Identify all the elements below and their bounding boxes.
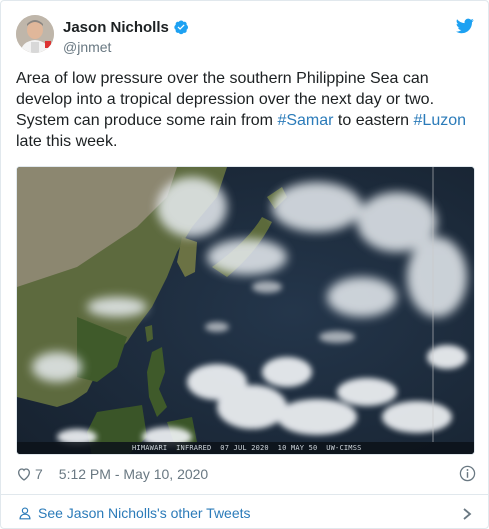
- heart-icon[interactable]: [16, 466, 32, 482]
- author-handle[interactable]: @jnmet: [63, 39, 189, 55]
- twitter-bird-icon[interactable]: [455, 18, 474, 34]
- satellite-caption: HIMAWARI INFRARED 07 JUL 2020 10 MAY 50 …: [132, 444, 362, 452]
- tweet-footer: 7 5:12 PM - May 10, 2020: [16, 464, 476, 484]
- info-icon[interactable]: [459, 465, 476, 482]
- author-name[interactable]: Jason Nicholls: [63, 19, 169, 36]
- person-icon: [18, 506, 32, 520]
- hashtag-luzon-link[interactable]: #Luzon: [414, 112, 467, 129]
- tweet-text-part: late this week.: [16, 133, 118, 150]
- tweet-card: Jason Nicholls @jnmet Area of low pressu…: [0, 0, 489, 529]
- like-count[interactable]: 7: [35, 466, 43, 482]
- see-more-tweets-link[interactable]: See Jason Nicholls's other Tweets: [1, 495, 489, 529]
- see-more-label[interactable]: See Jason Nicholls's other Tweets: [38, 505, 251, 521]
- chevron-right-icon[interactable]: [462, 507, 472, 520]
- author-info: Jason Nicholls @jnmet: [63, 17, 189, 55]
- tweet-text-part: to eastern: [333, 112, 414, 129]
- satellite-image[interactable]: HIMAWARI INFRARED 07 JUL 2020 10 MAY 50 …: [16, 166, 475, 455]
- satellite-image-art: [17, 167, 474, 454]
- hashtag-samar-link[interactable]: #Samar: [277, 112, 333, 129]
- verified-badge-icon: [173, 19, 189, 35]
- tweet-timestamp[interactable]: 5:12 PM - May 10, 2020: [59, 466, 208, 482]
- author-avatar[interactable]: [16, 15, 54, 53]
- tweet-header: Jason Nicholls @jnmet: [16, 15, 476, 59]
- tweet-text: Area of low pressure over the southern P…: [16, 68, 476, 152]
